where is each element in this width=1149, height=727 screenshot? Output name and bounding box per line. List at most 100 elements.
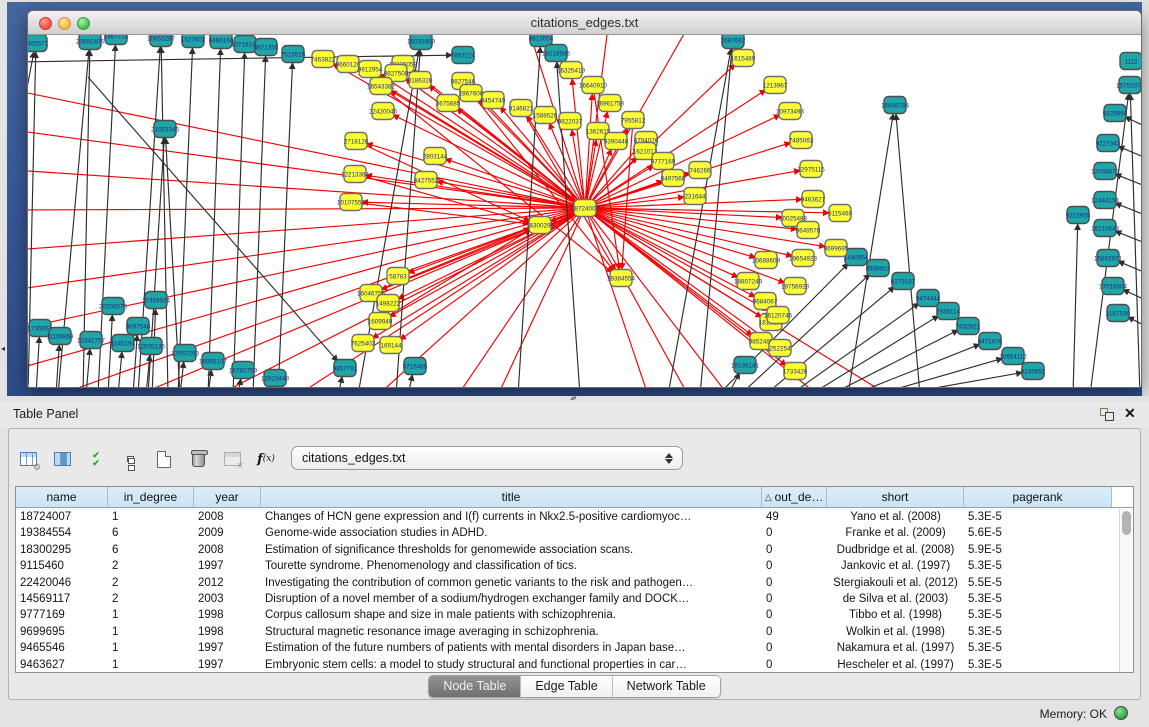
show-columns-icon[interactable] xyxy=(49,447,75,471)
network-node[interactable]: 7463822 xyxy=(311,51,336,68)
tab-edge-table[interactable]: Edge Table xyxy=(521,676,612,697)
network-node[interactable]: 169144 xyxy=(380,337,402,354)
network-node[interactable]: 9463627 xyxy=(801,191,826,208)
network-node[interactable]: 9215955 xyxy=(1066,207,1091,224)
network-node[interactable]: 58783 xyxy=(387,268,409,285)
network-node[interactable]: 7485063 xyxy=(789,132,814,149)
network-node[interactable]: 16325419 xyxy=(557,62,586,79)
select-all-rows-icon[interactable]: ✔✔ xyxy=(83,447,109,471)
network-node[interactable]: 12505135 xyxy=(137,338,166,355)
table-row[interactable]: 1830029562008Estimation of significance … xyxy=(16,542,1119,558)
network-node[interactable]: 12213384 xyxy=(341,166,370,183)
column-header-pagerank[interactable]: pagerank xyxy=(964,487,1112,507)
tab-node-table[interactable]: Node Table xyxy=(429,676,521,697)
network-node[interactable]: 2935114 xyxy=(936,303,961,320)
network-node[interactable]: 2687682 xyxy=(721,35,746,49)
network-node[interactable]: 1609949 xyxy=(368,313,393,330)
network-node[interactable]: 9245652 xyxy=(1021,363,1046,380)
network-node[interactable]: 18300295 xyxy=(526,217,555,234)
network-node[interactable]: 746266 xyxy=(689,162,711,179)
network-node[interactable]: 1527602 xyxy=(181,35,206,48)
network-node[interactable]: 7625402 xyxy=(351,335,376,352)
network-node[interactable]: 8938923 xyxy=(866,260,891,277)
network-node[interactable]: 12975115 xyxy=(797,161,825,178)
network-node[interactable]: 1213967 xyxy=(763,77,788,94)
network-node[interactable]: 16648784 xyxy=(881,97,910,114)
network-node[interactable]: 6497568 xyxy=(661,170,686,187)
close-panel-icon[interactable]: ✕ xyxy=(1124,405,1136,422)
table-row[interactable]: 946362711997Embryonic stem cells: a mode… xyxy=(16,657,1119,672)
network-node[interactable]: 15692971 xyxy=(1094,250,1123,267)
network-node[interactable]: 9699695 xyxy=(824,240,849,257)
network-node[interactable]: 19136141 xyxy=(731,357,760,374)
column-header-out_de[interactable]: △out_de… xyxy=(762,487,827,507)
scrollbar-thumb[interactable] xyxy=(1122,511,1131,535)
column-header-title[interactable]: title xyxy=(261,487,762,507)
table-mode-icon[interactable]: ⚙ xyxy=(15,447,41,471)
network-node[interactable]: 16120746 xyxy=(764,307,793,324)
network-node[interactable]: 9912954 xyxy=(358,61,383,78)
network-node[interactable]: 10654112 xyxy=(999,348,1027,365)
row-height-icon[interactable] xyxy=(117,447,143,471)
network-graph[interactable]: 1872400794055712069140619877141065328715… xyxy=(28,35,1141,387)
memory-status-icon[interactable] xyxy=(1114,706,1128,720)
network-node[interactable]: 9474444 xyxy=(916,290,941,307)
network-node[interactable]: 11156869 xyxy=(46,328,74,345)
network-node[interactable]: 17016504 xyxy=(1099,278,1128,295)
network-node[interactable]: 12093872 xyxy=(1091,163,1120,180)
network-node[interactable]: 1112 xyxy=(1120,53,1141,70)
network-node[interactable]: 9097548 xyxy=(126,318,151,335)
network-node[interactable]: 1615480 xyxy=(731,50,756,67)
network-node[interactable]: 12444154 xyxy=(1091,192,1120,209)
panel-collapse-arrow-icon[interactable]: ◂ xyxy=(1,344,5,353)
network-node[interactable]: 7857224 xyxy=(451,47,476,64)
column-header-name[interactable]: name xyxy=(16,487,108,507)
network-node[interactable]: 8427552 xyxy=(414,172,439,189)
network-node[interactable]: 18807249 xyxy=(734,273,763,290)
network-node[interactable]: 1987714 xyxy=(104,35,129,45)
column-header-in_degree[interactable]: in_degree xyxy=(108,487,194,507)
network-node[interactable]: 21053346 xyxy=(151,121,180,138)
network-node[interactable]: 22420046 xyxy=(369,103,398,120)
network-node[interactable]: 10107552 xyxy=(337,194,366,211)
network-node[interactable]: 9115460 xyxy=(828,205,853,222)
table-select-dropdown[interactable]: citations_edges.txt xyxy=(291,446,683,470)
network-node[interactable]: 17359924 xyxy=(142,292,171,309)
network-node[interactable]: 1145194 xyxy=(111,335,136,352)
float-panel-icon[interactable] xyxy=(1100,408,1115,422)
network-node[interactable]: 1588520 xyxy=(533,107,558,124)
create-column-icon[interactable] xyxy=(151,447,177,471)
network-node[interactable]: 10688609 xyxy=(752,252,781,269)
table-row[interactable]: 977716911998Corpus callosum shape and si… xyxy=(16,607,1119,623)
function-builder-icon[interactable]: f(x) xyxy=(253,447,279,471)
table-row[interactable]: 1872400712008Changes of HCN gene express… xyxy=(16,509,1119,525)
network-node[interactable]: 12923448 xyxy=(261,370,290,387)
network-node[interactable]: 9405571 xyxy=(28,35,49,52)
network-node[interactable]: 8471676 xyxy=(978,333,1003,350)
network-node[interactable]: 252254 xyxy=(769,340,791,357)
table-row[interactable]: 1938455462009Genome-wide association stu… xyxy=(16,525,1119,541)
network-node[interactable]: 2803144 xyxy=(423,148,448,165)
network-node[interactable]: 6179197 xyxy=(891,273,916,290)
network-node[interactable]: 16210643 xyxy=(1091,220,1120,237)
network-node[interactable]: 7515526 xyxy=(281,46,306,63)
network-node[interactable]: 19756928 xyxy=(781,278,810,295)
network-node[interactable]: 17957253 xyxy=(171,345,200,362)
network-node[interactable]: 7632621 xyxy=(956,318,981,335)
network-node[interactable]: 20691406 xyxy=(76,35,105,50)
network-node[interactable]: 19218586 xyxy=(542,45,571,62)
network-node[interactable]: 1167530 xyxy=(1106,305,1131,322)
network-node[interactable]: 3675685 xyxy=(436,95,461,112)
column-header-year[interactable]: year xyxy=(194,487,261,507)
network-window-titlebar[interactable]: citations_edges.txt xyxy=(28,11,1141,35)
table-row[interactable]: 969969511998Structural magnetic resonanc… xyxy=(16,624,1119,640)
network-node[interactable]: 8186328 xyxy=(408,72,433,89)
network-node[interactable]: 9777169 xyxy=(651,153,676,170)
network-node[interactable]: 16033809 xyxy=(407,35,436,50)
network-node[interactable]: 19654923 xyxy=(789,250,818,267)
network-node[interactable]: 9390448 xyxy=(604,133,629,150)
table-row[interactable]: 911546021997Tourette syndrome. Phenomeno… xyxy=(16,558,1119,574)
network-node[interactable]: 16958107 xyxy=(199,353,228,370)
network-node[interactable]: 16543382 xyxy=(367,78,396,95)
network-node[interactable]: 16961758 xyxy=(596,95,625,112)
